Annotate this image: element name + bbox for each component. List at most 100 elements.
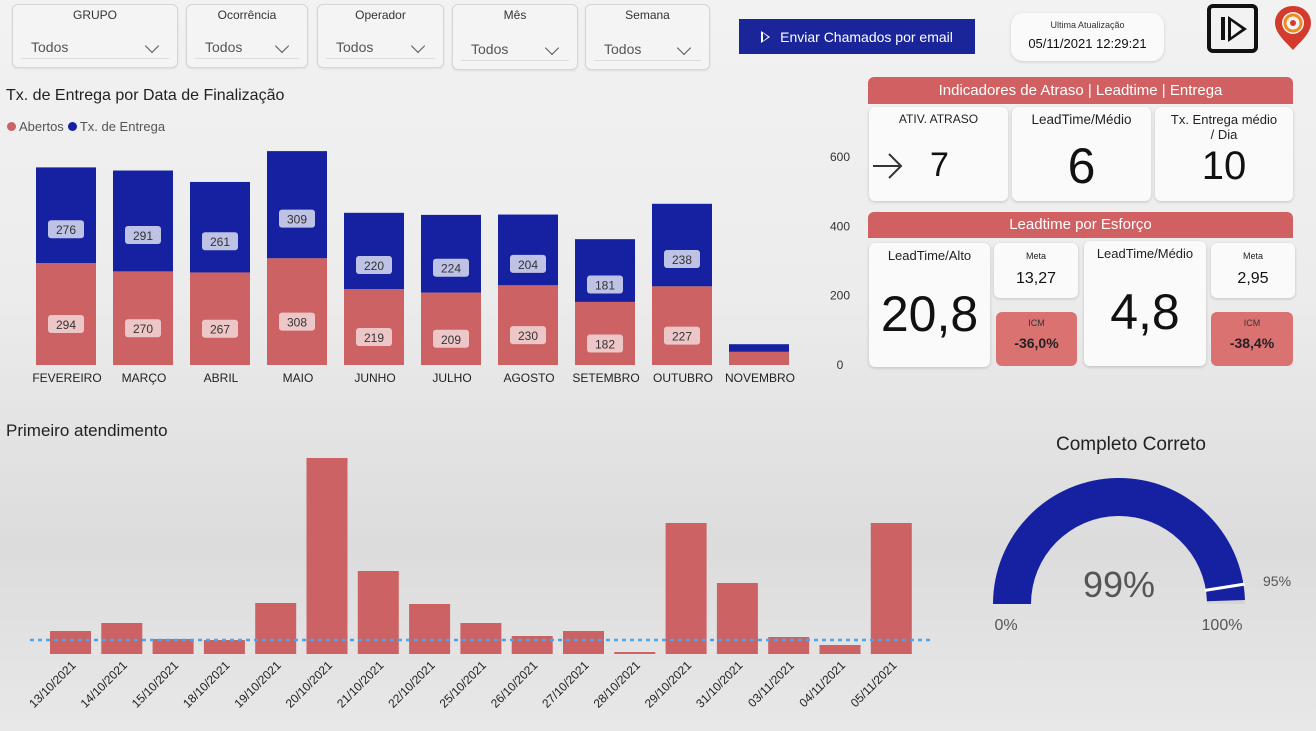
bar-abertos (652, 286, 712, 365)
primeiro-chart-title: Primeiro atendimento (6, 421, 168, 440)
slicer-dropdown[interactable]: Todos (326, 33, 435, 59)
data-label-abertos: 267 (210, 323, 230, 337)
meta-alto-value: 13,27 (1015, 270, 1057, 287)
slicer-dropdown[interactable]: Todos (21, 33, 169, 59)
slicer-semana[interactable]: Semana Todos (585, 4, 710, 70)
arrow-right-icon (873, 153, 903, 179)
x-tick-label: 29/10/2021 (642, 658, 695, 711)
bar-primeiro-atendimento (563, 631, 604, 654)
send-email-label: Enviar Chamados por email (780, 28, 953, 45)
gauge-max-label: 100% (1202, 617, 1243, 634)
meta-medio-card: Meta 2,95 (1211, 243, 1295, 298)
x-tick-label: JULHO (432, 371, 471, 385)
last-update-card: Ultima Atualização 05/11/2021 12:29:21 (1011, 13, 1164, 61)
data-label-abertos: 230 (518, 329, 538, 343)
play-logo-icon[interactable] (1207, 4, 1258, 53)
chevron-down-icon (144, 38, 160, 54)
data-label-abertos: 219 (364, 331, 384, 345)
slicer-dropdown[interactable]: Todos (195, 33, 299, 59)
data-label-abertos: 182 (595, 337, 615, 351)
play-icon (761, 30, 771, 43)
leadtime-alto-card: LeadTime/Alto 20,8 (869, 243, 990, 367)
leadtime-medio-esforco-label: LeadTime/Médio (1096, 246, 1194, 261)
icm-medio-card: ICM -38,4% (1211, 312, 1293, 366)
data-label-tx-entrega: 291 (133, 229, 153, 243)
slicer-dropdown[interactable]: Todos (594, 35, 701, 61)
bar-primeiro-atendimento (665, 523, 707, 654)
gauge-title: Completo Correto (1056, 434, 1206, 455)
bar-abertos (113, 271, 173, 365)
bar-primeiro-atendimento (614, 652, 656, 654)
x-tick-label: 15/10/2021 (129, 658, 182, 711)
send-email-button[interactable]: Enviar Chamados por email (739, 19, 975, 54)
x-tick-label: AGOSTO (503, 371, 554, 385)
slicer-mes[interactable]: Mês Todos (452, 4, 578, 70)
gauge-min-label: 0% (994, 617, 1017, 634)
x-tick-label: OUTUBRO (653, 371, 713, 385)
bar-primeiro-atendimento (255, 603, 297, 654)
esforco-header: Leadtime por Esforço (868, 212, 1293, 238)
gauge-target-label: 95% (1263, 573, 1291, 589)
slicer-dropdown[interactable]: Todos (461, 35, 569, 61)
bar-abertos (421, 292, 481, 365)
bar-abertos (729, 351, 789, 365)
data-label-tx-entrega: 276 (56, 223, 76, 237)
icm-alto-value: -36,0% (1014, 335, 1059, 351)
data-label-abertos: 209 (441, 333, 461, 347)
location-pin-logo-icon (1275, 6, 1311, 50)
y-tick-label: 0 (837, 358, 844, 372)
y-tick-label: 400 (830, 219, 850, 233)
chevron-down-icon (544, 40, 560, 56)
bar-tx-entrega (267, 151, 327, 259)
icm-alto-card: ICM -36,0% (996, 312, 1077, 366)
x-tick-label: MARÇO (122, 371, 167, 385)
x-tick-label: JUNHO (354, 371, 395, 385)
meta-medio-value: 2,95 (1237, 270, 1269, 287)
bar-tx-entrega (498, 214, 558, 286)
slicer-grupo[interactable]: GRUPO Todos (12, 4, 178, 68)
bar-primeiro-atendimento (716, 583, 758, 654)
slicer-ocorrencia[interactable]: Ocorrência Todos (186, 4, 308, 68)
data-label-tx-entrega: 204 (518, 258, 538, 272)
bar-tx-entrega (344, 212, 404, 290)
x-tick-label: MAIO (283, 371, 314, 385)
x-tick-label: 26/10/2021 (488, 658, 541, 711)
entrega-legend: Abertos Tx. de Entrega (7, 119, 165, 134)
bar-primeiro-atendimento (357, 571, 399, 654)
leadtime-alto-label: LeadTime/Alto (887, 248, 972, 263)
bar-primeiro-atendimento (460, 623, 502, 654)
entrega-stacked-bar-chart: 294 276 FEVEREIRO 270 291 MARÇO 267 261 ABRIL 308… (32, 150, 850, 385)
bar-primeiro-atendimento (203, 640, 245, 654)
data-label-tx-entrega: 238 (672, 253, 692, 267)
ativ-atraso-value: 7 (930, 146, 949, 184)
slicer-value: Todos (604, 41, 642, 57)
primeiro-atendimento-bar-chart: 13/10/202114/10/202115/10/202118/10/2021… (26, 458, 930, 711)
slicer-title: Semana (625, 8, 670, 22)
data-label-abertos: 308 (287, 316, 307, 330)
x-tick-label: 27/10/2021 (539, 658, 592, 711)
ativ-atraso-label: ATIV. ATRASO (898, 112, 979, 126)
slicer-operador[interactable]: Operador Todos (317, 4, 444, 68)
entrega-chart-title: Tx. de Entrega por Data de Finalização (6, 87, 285, 104)
icm-medio-value: -38,4% (1229, 335, 1275, 351)
data-label-abertos: 227 (672, 330, 692, 344)
bar-abertos (344, 289, 404, 365)
bar-tx-entrega (652, 203, 712, 287)
x-tick-label: ABRIL (204, 371, 239, 385)
leadtime-medio-value: 6 (1067, 138, 1096, 194)
x-tick-label: NOVEMBRO (725, 371, 795, 385)
chevron-down-icon (274, 38, 290, 54)
leadtime-medio-label: LeadTime/Médio (1031, 112, 1132, 127)
bar-primeiro-atendimento (870, 523, 912, 654)
bar-abertos (575, 301, 635, 365)
leadtime-medio-esforco-value: 4,8 (1110, 284, 1180, 340)
legend-item-entrega: Tx. de Entrega (67, 119, 165, 134)
slicer-title: Ocorrência (217, 8, 277, 22)
x-tick-label: 14/10/2021 (78, 658, 131, 711)
slicer-value: Todos (336, 39, 374, 55)
bar-tx-entrega (421, 214, 481, 293)
bar-abertos (36, 263, 96, 365)
bar-tx-entrega (729, 344, 789, 352)
legend-item-abertos: Abertos (7, 119, 64, 134)
y-tick-label: 200 (830, 289, 850, 303)
